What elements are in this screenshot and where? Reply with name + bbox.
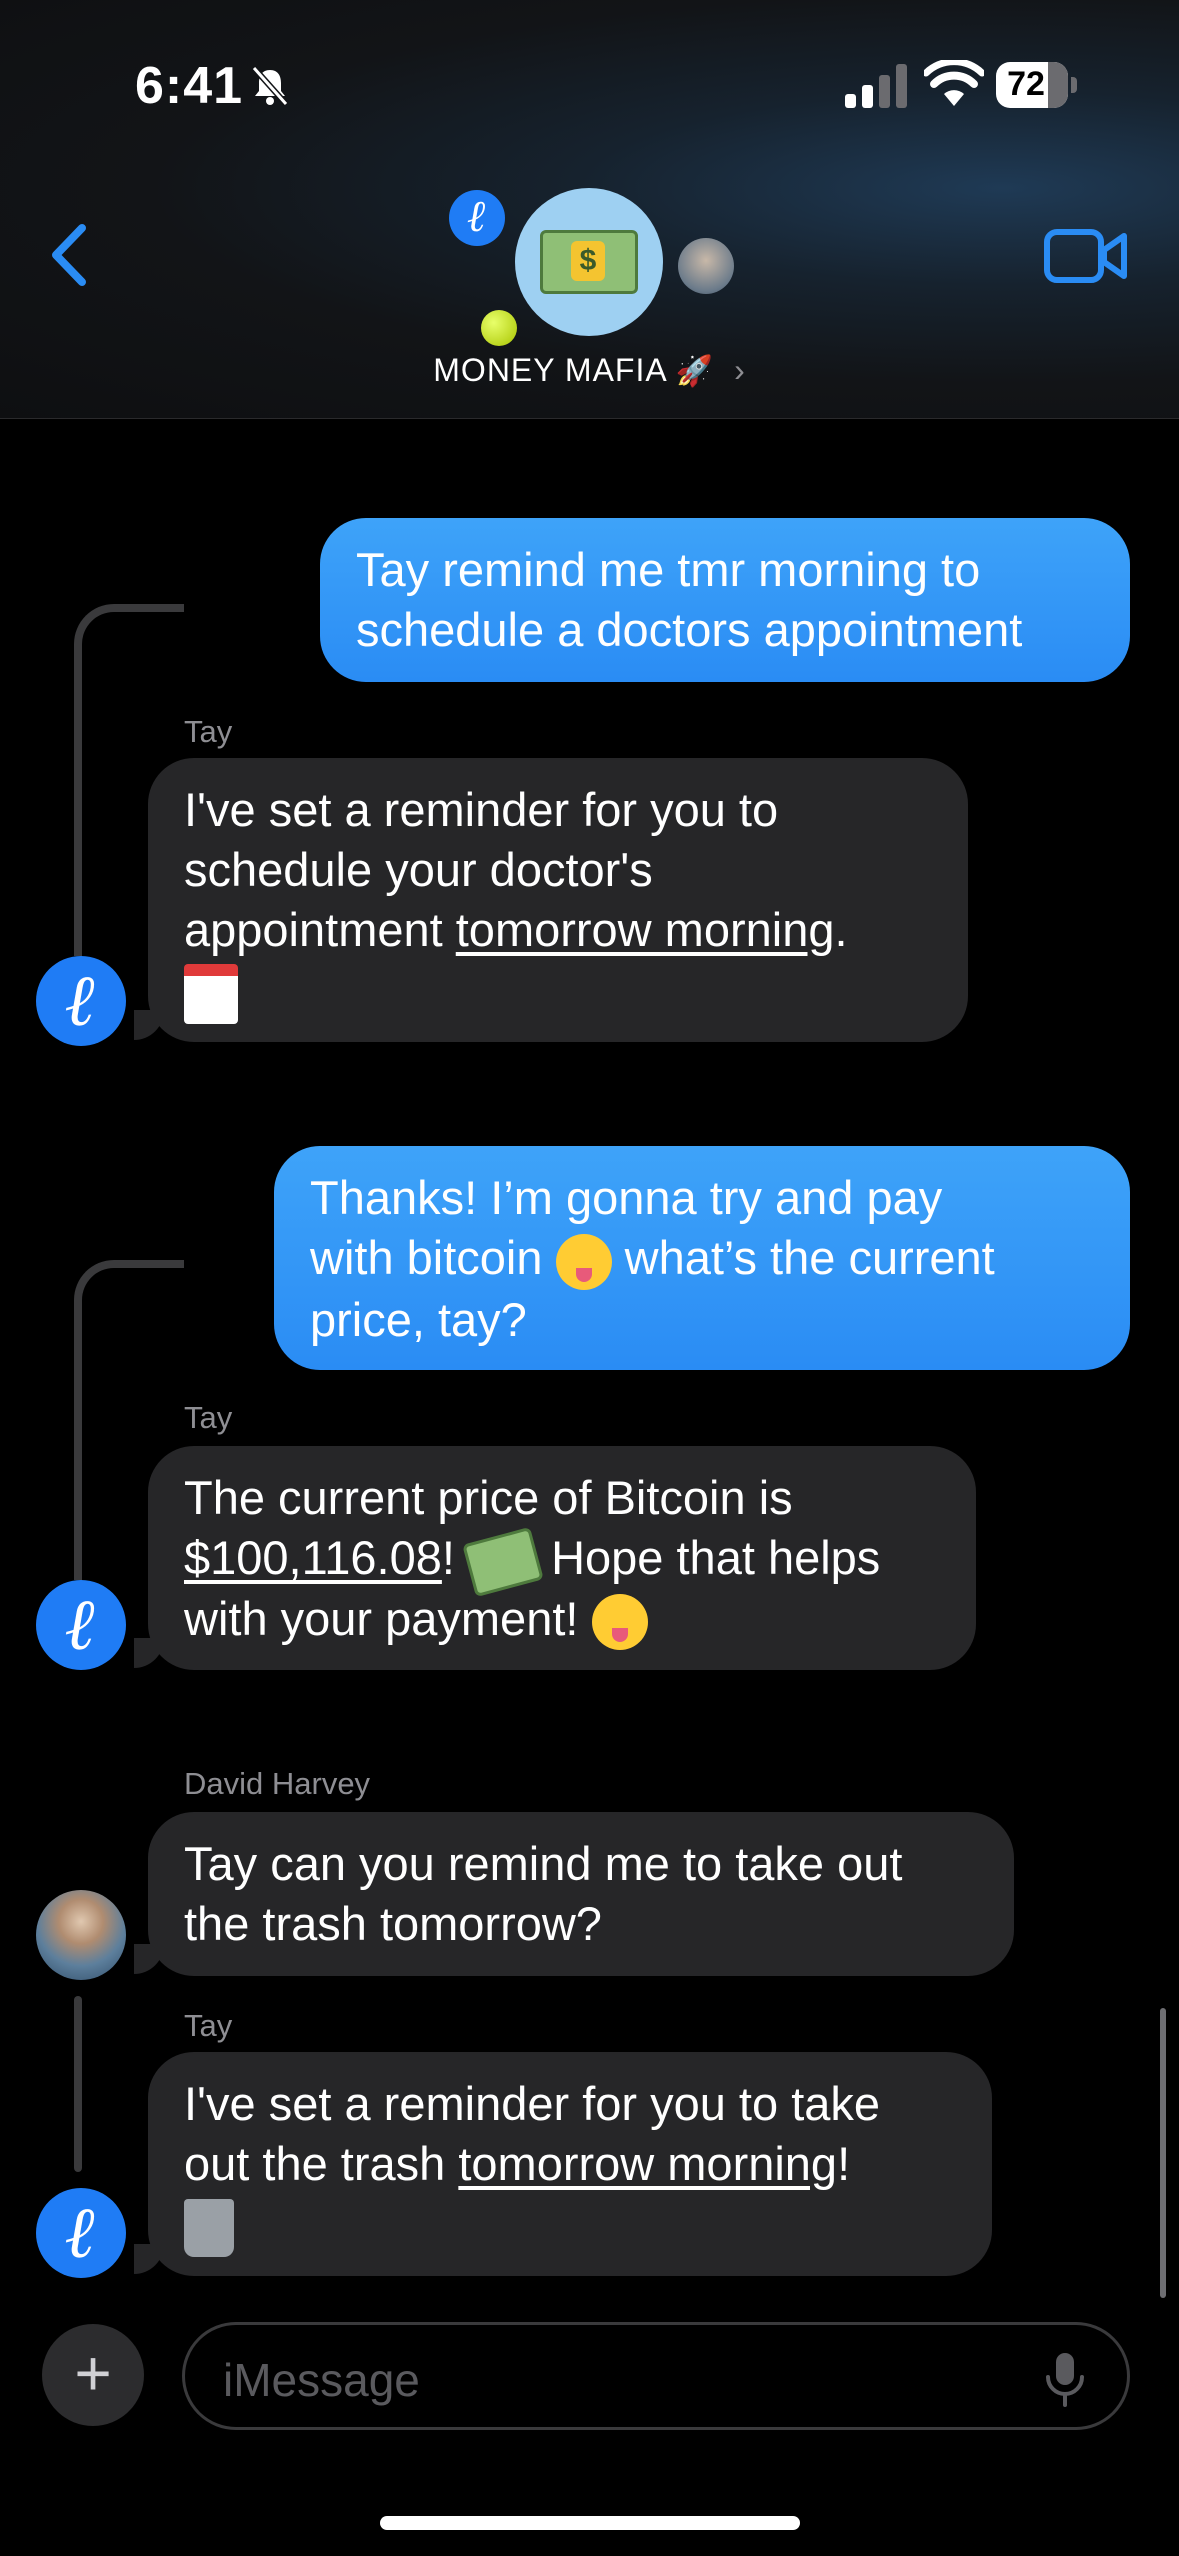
- scroll-indicator[interactable]: [1160, 2008, 1166, 2298]
- message-text: Thanks! I’m gonna try and pay: [310, 1171, 943, 1224]
- incoming-message[interactable]: I've set a reminder for you to take out …: [148, 2052, 992, 2276]
- back-chevron-icon[interactable]: [42, 220, 102, 290]
- tay-avatar[interactable]: ℓ: [36, 1580, 126, 1670]
- input-placeholder: iMessage: [223, 2354, 420, 2406]
- imessage-input[interactable]: iMessage: [182, 2322, 1130, 2430]
- sender-name: David Harvey: [184, 1766, 371, 1801]
- microphone-icon[interactable]: [1043, 2351, 1087, 2407]
- wifi-icon: [924, 60, 984, 106]
- battery-level: 72: [1007, 65, 1045, 103]
- zany-face-emoji: [555, 1233, 612, 1290]
- tay-avatar[interactable]: ℓ: [36, 2188, 126, 2278]
- message-text: Tay can you remind me to take out the tr…: [184, 1837, 903, 1950]
- sender-name: Tay: [184, 1400, 233, 1435]
- outgoing-message[interactable]: Tay remind me tmr morning to schedule a …: [320, 518, 1130, 682]
- member-avatar-photo[interactable]: [678, 238, 734, 294]
- home-indicator[interactable]: [380, 2516, 800, 2530]
- video-camera-icon[interactable]: [1044, 226, 1128, 286]
- bell-slash-icon: [251, 66, 289, 106]
- sender-name: Tay: [184, 714, 233, 749]
- incoming-message[interactable]: Tay can you remind me to take out the tr…: [148, 1812, 1014, 1976]
- david-harvey-avatar[interactable]: [36, 1890, 126, 1980]
- member-avatar-tennis-ball[interactable]: [481, 310, 517, 346]
- rocket-emoji: 🚀: [675, 355, 715, 388]
- battery-icon: 72: [996, 62, 1078, 112]
- status-time: 6:41: [135, 57, 244, 115]
- conversation-header: 6:41 72 ℓ $ MONEY MAFIA 🚀 ›: [0, 0, 1179, 419]
- wastebasket-emoji: [184, 2198, 234, 2257]
- dollar-bill-icon: $: [540, 230, 638, 294]
- add-attachment-button[interactable]: +: [42, 2324, 144, 2426]
- group-avatar[interactable]: $: [515, 188, 663, 336]
- date-link[interactable]: tomorrow morning: [458, 2137, 837, 2190]
- incoming-message[interactable]: The current price of Bitcoin is $100,116…: [148, 1446, 976, 1670]
- chevron-right-icon: ›: [734, 352, 746, 388]
- member-avatar-tay[interactable]: ℓ: [449, 190, 505, 246]
- group-name-button[interactable]: MONEY MAFIA 🚀 ›: [0, 352, 1179, 389]
- reply-thread-line: [74, 1996, 82, 2172]
- outgoing-message[interactable]: Thanks! I’m gonna try and pay with bitco…: [274, 1146, 1130, 1370]
- date-link[interactable]: tomorrow morning: [456, 903, 835, 956]
- incoming-message[interactable]: I've set a reminder for you to schedule …: [148, 758, 968, 1042]
- group-name: MONEY MAFIA: [433, 352, 666, 388]
- sender-name: Tay: [184, 2008, 233, 2043]
- calendar-emoji: [184, 963, 238, 1024]
- message-text: Tay remind me tmr morning to schedule a …: [356, 543, 1023, 656]
- price-link[interactable]: $100,116.08: [184, 1531, 442, 1584]
- tay-avatar[interactable]: ℓ: [36, 956, 126, 1046]
- money-with-wings-emoji: [462, 1526, 544, 1597]
- cellular-signal-icon: [845, 64, 907, 108]
- message-text: The current price of Bitcoin is: [184, 1471, 793, 1524]
- zany-face-emoji: [591, 1594, 648, 1651]
